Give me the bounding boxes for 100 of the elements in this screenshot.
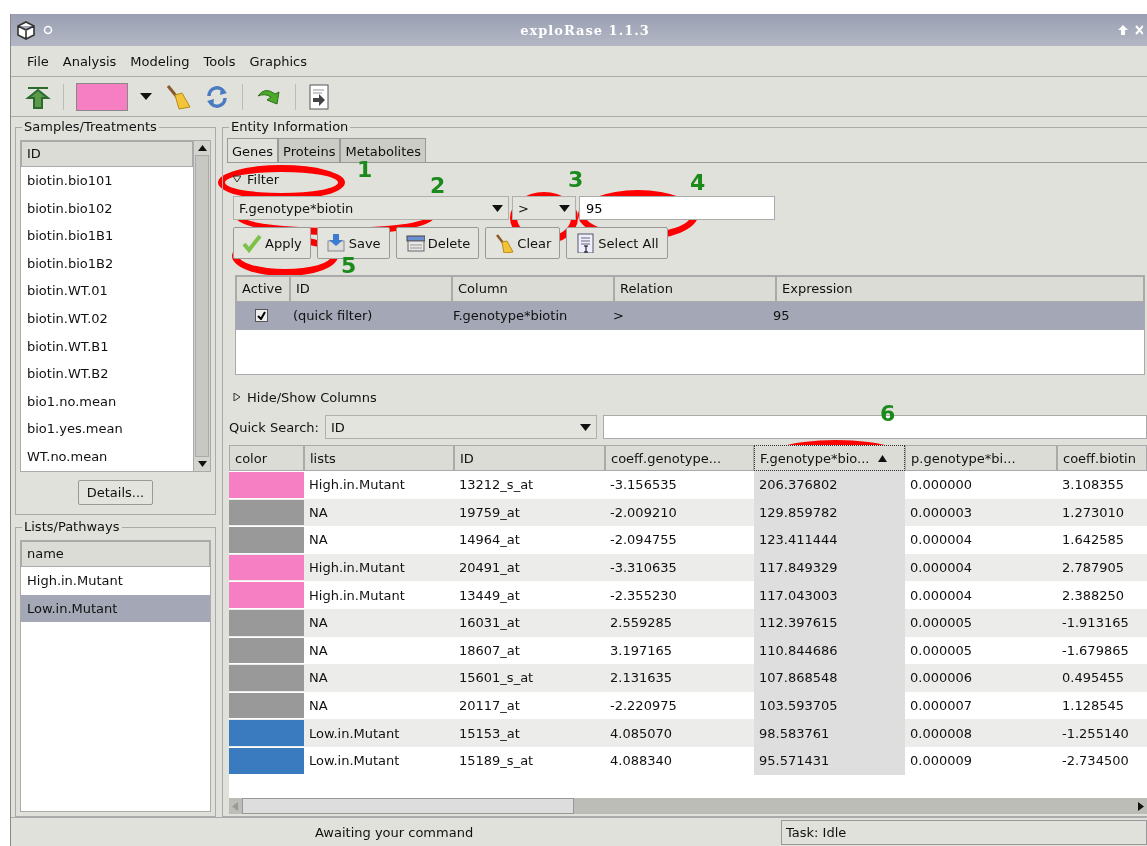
scroll-down-icon[interactable] — [197, 461, 207, 467]
filter-button[interactable]: Delete — [395, 227, 480, 259]
list-item[interactable]: biotin.WT.B2 — [21, 360, 193, 388]
table-cell: 98.583761 — [759, 725, 830, 741]
horizontal-scrollbar[interactable] — [229, 798, 1147, 814]
column-header[interactable]: Column — [452, 276, 614, 302]
scroll-thumb[interactable] — [242, 798, 574, 814]
document-icon — [575, 233, 596, 253]
status-message: Awaiting your command — [315, 824, 475, 840]
table-cell: 0.000004 — [910, 587, 973, 603]
scroll-thumb[interactable] — [195, 155, 209, 457]
dropdown-arrow-icon — [559, 204, 570, 212]
column-header[interactable]: coeff.biotin — [1057, 445, 1147, 471]
menu-item[interactable]: Modeling — [130, 51, 190, 71]
list-item[interactable]: High.in.Mutant — [21, 567, 210, 595]
filter-button[interactable]: Apply — [233, 227, 311, 259]
dropdown-arrow-icon — [492, 204, 503, 212]
table-cell: 18607_at — [459, 642, 520, 658]
column-header[interactable]: coeff.genotype... — [605, 445, 754, 471]
table-cell-text: 95 — [772, 307, 791, 325]
arrow-up-icon[interactable] — [25, 84, 51, 110]
menu-item[interactable]: Tools — [203, 51, 236, 71]
details-button[interactable]: Details... — [77, 480, 154, 505]
panel-title: Lists/Pathways — [22, 519, 122, 534]
table-cell: 95.571431 — [759, 753, 830, 769]
table-cell: High.in.Mutant — [309, 587, 405, 603]
tab[interactable]: Metabolites — [340, 138, 426, 162]
list-item[interactable]: WT.no.mean — [21, 442, 193, 471]
list-item[interactable]: biotin.WT.B1 — [21, 332, 193, 361]
column-header[interactable]: Active — [236, 276, 290, 302]
sort-ascending-icon — [877, 454, 887, 462]
vertical-scrollbar[interactable] — [193, 141, 210, 471]
table-cell: 15601_s_at — [459, 670, 534, 686]
table-cell-text: > — [612, 307, 625, 325]
table-cell: 15153_at — [459, 725, 520, 741]
broom-icon[interactable] — [164, 83, 192, 111]
table-cell: -3.310635 — [610, 560, 677, 576]
table-cell: 2.559285 — [610, 615, 673, 631]
tab[interactable]: Proteins — [278, 138, 341, 162]
column-header[interactable]: color — [229, 445, 304, 471]
relation-dropdown[interactable]: > — [512, 196, 576, 220]
close-icon[interactable] — [1135, 24, 1143, 36]
panel-title: Entity Information — [229, 119, 351, 134]
list-item[interactable]: biotin.bio101 — [21, 167, 193, 195]
up-arrow-icon[interactable] — [1117, 24, 1129, 36]
circle-icon — [43, 25, 53, 35]
column-header[interactable]: Expression — [776, 276, 1144, 302]
table-cell: 14964_at — [459, 532, 520, 548]
table-cell: 1.642585 — [1062, 532, 1125, 548]
scroll-up-icon[interactable] — [197, 145, 207, 151]
filter-button[interactable]: Select All — [566, 227, 668, 259]
table-cell: 0.000009 — [910, 753, 973, 769]
filter-button[interactable]: Clear — [485, 227, 561, 259]
list-item[interactable]: Low.in.Mutant — [21, 594, 210, 623]
table-cell: 3.197165 — [610, 642, 673, 658]
list-item[interactable]: bio1.no.mean — [21, 387, 193, 416]
columns-expander[interactable]: Hide/Show Columns — [229, 387, 381, 407]
table-cell: 0.000005 — [910, 615, 973, 631]
table-cell: 2.388250 — [1062, 587, 1125, 603]
table-cell: 110.844686 — [759, 642, 838, 658]
column-header[interactable]: ID — [21, 141, 193, 167]
color-swatch[interactable] — [76, 83, 128, 111]
list-item[interactable]: bio1.yes.mean — [21, 415, 193, 443]
column-header[interactable]: Relation — [614, 276, 776, 302]
column-header[interactable]: name — [21, 541, 210, 567]
dropdown-arrow-icon[interactable] — [140, 93, 152, 101]
table-cell: -1.255140 — [1062, 725, 1129, 741]
search-column-dropdown[interactable]: ID — [324, 415, 597, 439]
table-cell: High.in.Mutant — [309, 560, 405, 576]
column-header[interactable]: ID — [454, 445, 605, 471]
panel-title: Samples/Treatments — [22, 119, 159, 134]
value-field[interactable]: 95 — [579, 196, 775, 220]
list-item[interactable]: biotin.WT.02 — [21, 304, 193, 333]
column-header[interactable]: ID — [290, 276, 452, 302]
annotation-number: 1 — [357, 160, 373, 180]
list-item[interactable]: biotin.bio102 — [21, 194, 193, 223]
menu-item[interactable]: File — [27, 51, 49, 71]
filter-row[interactable]: (quick filter) F.genotype*biotin > 95 — [236, 302, 1144, 330]
column-header[interactable]: F.genotype*bio... — [754, 445, 905, 471]
column-dropdown[interactable]: F.genotype*biotin — [233, 196, 509, 220]
list-item[interactable]: biotin.bio1B1 — [21, 222, 193, 250]
table-cell: NA — [309, 670, 328, 686]
table-cell: 107.868548 — [759, 670, 838, 686]
scroll-right-icon[interactable] — [1138, 801, 1144, 811]
expander-label[interactable]: Hide/Show Columns — [247, 389, 377, 405]
tab[interactable]: Genes — [227, 138, 279, 162]
export-icon[interactable] — [308, 84, 330, 110]
refresh-icon[interactable] — [204, 84, 230, 110]
checkbox[interactable] — [255, 309, 268, 322]
menu-item[interactable]: Graphics — [249, 51, 307, 71]
table-cell: 13449_at — [459, 587, 520, 603]
table-cell: 117.043003 — [759, 587, 838, 603]
list-item[interactable]: biotin.bio1B2 — [21, 249, 193, 278]
table-cell: -2.094755 — [610, 532, 677, 548]
expander-label[interactable]: Filter — [247, 171, 280, 187]
column-header[interactable]: p.genotype*bi... — [905, 445, 1057, 471]
filter-expander[interactable]: Filter — [229, 169, 284, 189]
column-header[interactable]: lists — [304, 445, 454, 471]
menu-item[interactable]: Analysis — [62, 51, 117, 71]
list-item[interactable]: biotin.WT.01 — [21, 277, 193, 305]
